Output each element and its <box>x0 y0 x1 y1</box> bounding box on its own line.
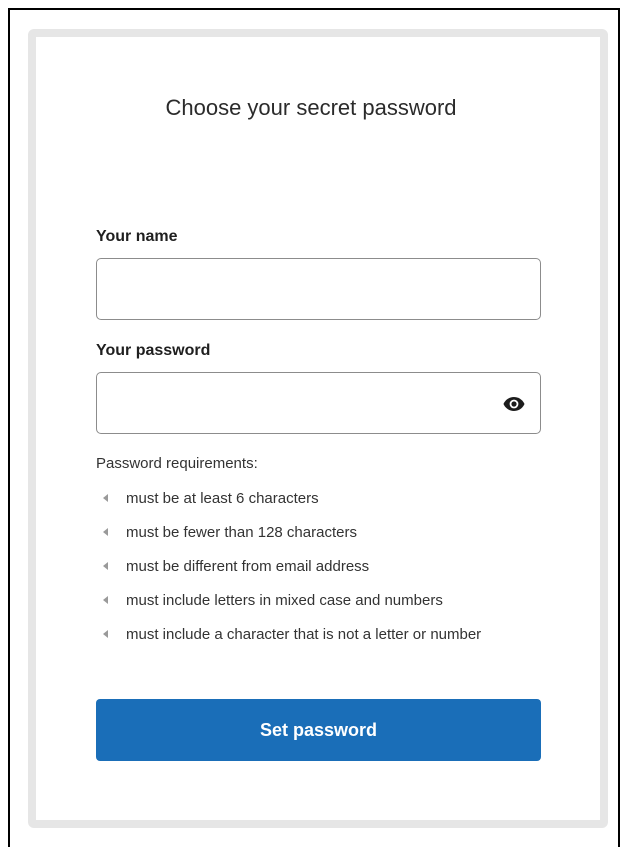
requirement-item: must be different from email address <box>96 555 536 578</box>
bullet-arrow-icon <box>103 596 108 604</box>
password-input[interactable] <box>96 372 541 434</box>
set-password-button[interactable]: Set password <box>96 699 541 761</box>
password-label: Your password <box>96 342 211 359</box>
requirement-item: must be fewer than 128 characters <box>96 521 536 544</box>
requirement-item: must include a character that is not a l… <box>96 618 536 651</box>
requirement-item: must include letters in mixed case and n… <box>96 589 536 612</box>
requirement-text: must include a character that is not a l… <box>126 626 482 643</box>
bullet-arrow-icon <box>103 494 108 502</box>
requirement-text: must be fewer than 128 characters <box>126 524 357 541</box>
requirement-text: must include letters in mixed case and n… <box>126 592 443 609</box>
requirements-title: Password requirements: <box>96 455 258 472</box>
bullet-arrow-icon <box>103 528 108 536</box>
requirement-item: must be at least 6 characters <box>96 487 536 510</box>
bullet-arrow-icon <box>103 630 108 638</box>
requirement-text: must be different from email address <box>126 558 370 575</box>
eye-icon[interactable] <box>503 396 525 412</box>
name-input[interactable] <box>96 258 541 320</box>
page-title: Choose your secret password <box>165 95 457 120</box>
requirements-list: must be at least 6 characters must be fe… <box>96 487 536 662</box>
bullet-arrow-icon <box>103 562 108 570</box>
name-label: Your name <box>96 228 178 245</box>
requirement-text: must be at least 6 characters <box>126 490 319 507</box>
